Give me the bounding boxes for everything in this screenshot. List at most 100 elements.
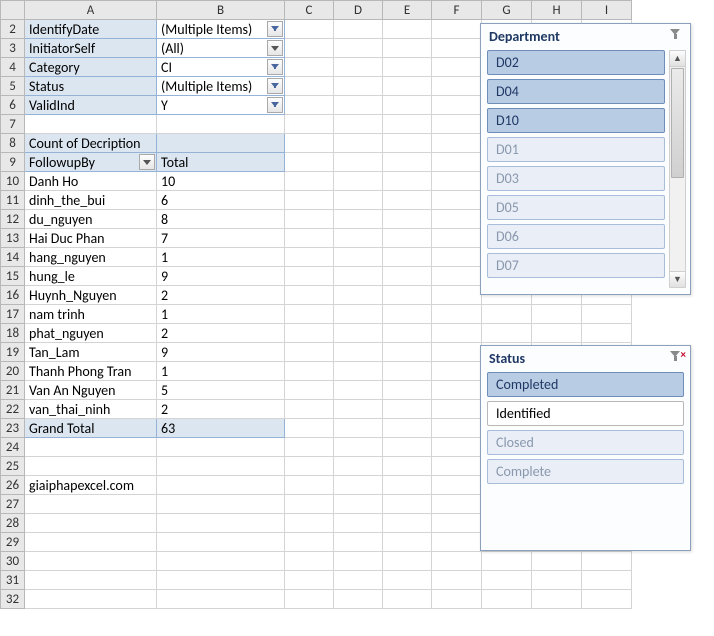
cell[interactable]	[25, 438, 157, 457]
cell[interactable]	[157, 495, 285, 514]
cell[interactable]: hang_nguyen	[25, 248, 157, 267]
cell[interactable]	[383, 590, 432, 609]
cell[interactable]	[532, 571, 582, 590]
cell[interactable]	[285, 305, 334, 324]
cell[interactable]	[334, 153, 383, 172]
cell[interactable]	[383, 400, 432, 419]
cell[interactable]: dinh_the_bui	[25, 191, 157, 210]
filter-dropdown-button[interactable]	[267, 40, 283, 56]
slicer-item[interactable]: D03	[487, 166, 665, 191]
cell[interactable]	[432, 514, 482, 533]
cell[interactable]	[383, 571, 432, 590]
cell[interactable]	[383, 248, 432, 267]
cell[interactable]: Status	[25, 77, 157, 96]
cell[interactable]	[532, 552, 582, 571]
cell[interactable]	[383, 457, 432, 476]
cell[interactable]: 63	[157, 419, 285, 438]
slicer-scrollbar[interactable]: ▲ ▼	[669, 50, 686, 288]
column-header-B[interactable]: B	[157, 1, 285, 20]
cell[interactable]: Hai Duc Phan	[25, 229, 157, 248]
cell[interactable]: Thanh Phong Tran	[25, 362, 157, 381]
cell[interactable]	[334, 590, 383, 609]
filter-dropdown-button[interactable]	[267, 97, 283, 113]
cell[interactable]: du_nguyen	[25, 210, 157, 229]
row-header[interactable]: 31	[1, 571, 25, 590]
scroll-down-button[interactable]: ▼	[670, 271, 685, 287]
cell[interactable]	[157, 552, 285, 571]
row-header[interactable]: 28	[1, 514, 25, 533]
cell[interactable]	[285, 362, 334, 381]
cell[interactable]	[285, 115, 334, 134]
cell[interactable]: giaiphapexcel.com	[25, 476, 157, 495]
cell[interactable]	[334, 20, 383, 39]
cell[interactable]	[432, 571, 482, 590]
row-header[interactable]: 22	[1, 400, 25, 419]
cell[interactable]	[334, 39, 383, 58]
cell[interactable]	[432, 286, 482, 305]
row-header[interactable]: 6	[1, 96, 25, 115]
column-header-I[interactable]: I	[582, 1, 632, 20]
cell[interactable]	[334, 571, 383, 590]
cell[interactable]	[285, 286, 334, 305]
cell[interactable]	[432, 419, 482, 438]
cell[interactable]: 7	[157, 229, 285, 248]
cell[interactable]	[383, 533, 432, 552]
filter-dropdown-button[interactable]	[267, 59, 283, 75]
cell[interactable]	[25, 533, 157, 552]
cell[interactable]: 2	[157, 286, 285, 305]
cell[interactable]	[334, 419, 383, 438]
cell[interactable]	[432, 191, 482, 210]
cell[interactable]: 1	[157, 362, 285, 381]
cell[interactable]	[285, 552, 334, 571]
slicer-item[interactable]: D02	[487, 50, 665, 75]
cell[interactable]	[334, 267, 383, 286]
cell[interactable]	[383, 115, 432, 134]
cell[interactable]	[383, 267, 432, 286]
cell[interactable]	[285, 343, 334, 362]
row-header[interactable]: 10	[1, 172, 25, 191]
filter-dropdown-button[interactable]	[267, 21, 283, 37]
cell[interactable]	[432, 248, 482, 267]
cell[interactable]: phat_nguyen	[25, 324, 157, 343]
row-header[interactable]: 13	[1, 229, 25, 248]
cell[interactable]: hung_le	[25, 267, 157, 286]
cell[interactable]	[334, 552, 383, 571]
row-header[interactable]: 14	[1, 248, 25, 267]
row-header[interactable]: 3	[1, 39, 25, 58]
cell[interactable]	[285, 267, 334, 286]
cell[interactable]	[532, 305, 582, 324]
cell[interactable]	[383, 362, 432, 381]
slicer-item[interactable]: D01	[487, 137, 665, 162]
cell[interactable]	[432, 324, 482, 343]
cell[interactable]: 9	[157, 343, 285, 362]
cell[interactable]	[432, 381, 482, 400]
row-header[interactable]: 8	[1, 134, 25, 153]
row-header[interactable]: 12	[1, 210, 25, 229]
cell[interactable]	[334, 305, 383, 324]
cell[interactable]	[432, 362, 482, 381]
cell[interactable]	[285, 134, 334, 153]
cell[interactable]	[25, 552, 157, 571]
cell[interactable]	[334, 96, 383, 115]
cell[interactable]	[285, 495, 334, 514]
cell[interactable]	[482, 571, 532, 590]
cell[interactable]	[383, 381, 432, 400]
slicer-item[interactable]: Closed	[487, 430, 684, 455]
row-header[interactable]: 24	[1, 438, 25, 457]
cell[interactable]	[334, 533, 383, 552]
slicer-item[interactable]: Identified	[487, 401, 684, 426]
cell[interactable]	[383, 191, 432, 210]
cell[interactable]	[25, 115, 157, 134]
cell[interactable]	[285, 96, 334, 115]
slicer-status[interactable]: Status × CompletedIdentifiedClosedComple…	[480, 345, 691, 551]
slicer-item[interactable]: D06	[487, 224, 665, 249]
cell[interactable]	[383, 305, 432, 324]
cell[interactable]	[432, 58, 482, 77]
cell[interactable]: 8	[157, 210, 285, 229]
row-header[interactable]: 7	[1, 115, 25, 134]
row-header[interactable]: 11	[1, 191, 25, 210]
row-header[interactable]: 32	[1, 590, 25, 609]
cell[interactable]	[432, 438, 482, 457]
cell[interactable]: CI	[157, 58, 285, 77]
cell[interactable]	[285, 191, 334, 210]
